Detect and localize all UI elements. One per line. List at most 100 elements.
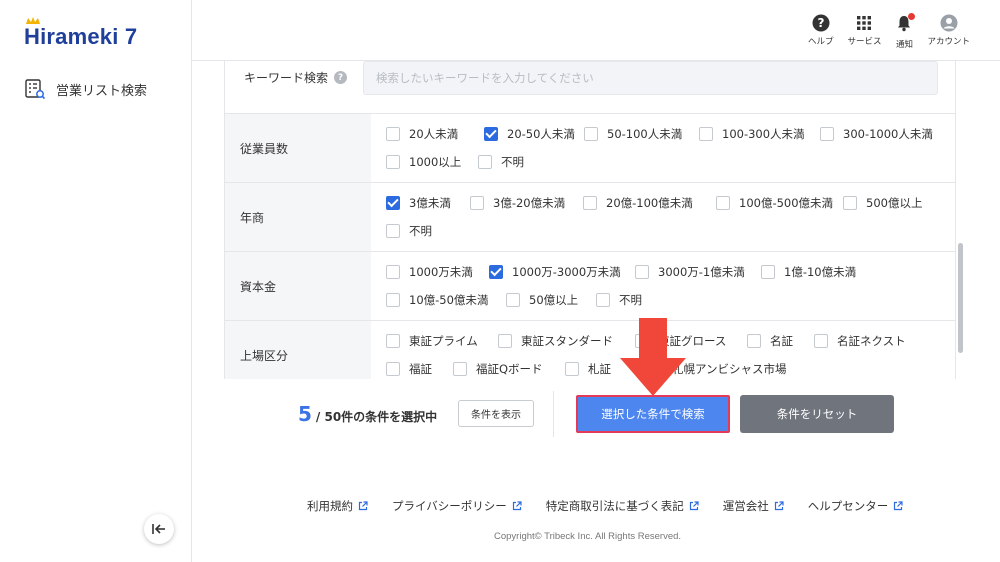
- checkbox-icon[interactable]: [761, 265, 775, 279]
- sidebar-item-sales-list-search[interactable]: 営業リスト検索: [24, 78, 147, 100]
- filter-option[interactable]: 20-50人未満: [484, 126, 575, 142]
- filter-option[interactable]: 100億-500億未満: [716, 195, 833, 211]
- collapse-sidebar-button[interactable]: [144, 514, 174, 544]
- footer-link[interactable]: プライバシーポリシー: [392, 498, 522, 514]
- filter-option[interactable]: 1000万未満: [386, 264, 473, 280]
- filter-option[interactable]: 100-300人未満: [699, 126, 805, 142]
- filter-option-label: 3億-20億未満: [493, 196, 566, 210]
- checkbox-icon[interactable]: [716, 196, 730, 210]
- filter-option[interactable]: 名証ネクスト: [814, 333, 906, 349]
- filter-option-label: 札証: [588, 362, 611, 376]
- filter-option[interactable]: 札証: [565, 361, 611, 377]
- filter-option[interactable]: 20人未満: [386, 126, 458, 142]
- checkbox-icon[interactable]: [386, 265, 400, 279]
- filter-option-label: 1000以上: [409, 155, 462, 169]
- sidebar-item-label: 営業リスト検索: [56, 83, 148, 99]
- checkbox-icon[interactable]: [584, 127, 598, 141]
- account-label: アカウント: [927, 37, 970, 47]
- footer-links: 利用規約 プライバシーポリシー 特定商取引法に基づく表記 運営会社 ヘルプセンター: [307, 498, 903, 514]
- filter-row: 年商 3億未満 3億-20億未満 20億-100億未満 100億-500億未満 500億以…: [225, 182, 955, 251]
- filter-option-label: 500億以上: [866, 196, 923, 210]
- footer-link-label: 利用規約: [307, 499, 353, 513]
- checkbox-icon[interactable]: [386, 155, 400, 169]
- logo[interactable]: Hirameki 7: [24, 17, 138, 50]
- checkbox-checked-icon[interactable]: [484, 127, 498, 141]
- filter-option-label: 不明: [409, 224, 432, 238]
- keyword-row: キーワード検索 ?: [225, 61, 955, 113]
- filter-option[interactable]: 300-1000人未満: [820, 126, 933, 142]
- filter-row: 上場区分 東証プライム 東証スタンダード 東証グロース 名証 名証ネクスト 福証 福証Qボード…: [225, 320, 955, 379]
- divider: [553, 391, 554, 437]
- filter-option[interactable]: 1億-10億未満: [761, 264, 856, 280]
- filter-option-label: 300-1000人未満: [843, 127, 933, 141]
- checkbox-icon[interactable]: [583, 196, 597, 210]
- footer-link[interactable]: 利用規約: [307, 498, 368, 514]
- checkbox-icon[interactable]: [596, 293, 610, 307]
- keyword-input[interactable]: [363, 61, 938, 95]
- filter-option[interactable]: 福証: [386, 361, 432, 377]
- footer-link[interactable]: ヘルプセンター: [808, 498, 904, 514]
- filter-option[interactable]: 1000万-3000万未満: [489, 264, 621, 280]
- filter-option[interactable]: 東証スタンダード: [498, 333, 613, 349]
- reset-button[interactable]: 条件をリセット: [740, 395, 894, 433]
- filter-option[interactable]: 10億-50億未満: [386, 292, 488, 308]
- checkbox-icon[interactable]: [453, 362, 467, 376]
- filter-option[interactable]: 50億以上: [506, 292, 578, 308]
- checkbox-icon[interactable]: [699, 127, 713, 141]
- filter-option[interactable]: 500億以上: [843, 195, 922, 211]
- checkbox-icon[interactable]: [386, 293, 400, 307]
- footer-link[interactable]: 運営会社: [723, 498, 784, 514]
- checkbox-icon[interactable]: [386, 224, 400, 238]
- checkbox-icon[interactable]: [635, 265, 649, 279]
- checkbox-icon[interactable]: [470, 196, 484, 210]
- filter-option-label: 名証: [770, 334, 793, 348]
- footer-link[interactable]: 特定商取引法に基づく表記: [546, 498, 699, 514]
- external-link-icon: [894, 501, 903, 511]
- filter-option[interactable]: 3億未満: [386, 195, 451, 211]
- external-link-icon: [689, 501, 699, 511]
- svg-text:?: ?: [817, 16, 824, 30]
- checkbox-icon[interactable]: [814, 334, 828, 348]
- checkbox-icon[interactable]: [506, 293, 520, 307]
- filter-option-label: 1000万-3000万未満: [512, 265, 621, 279]
- filter-option[interactable]: 3億-20億未満: [470, 195, 565, 211]
- filter-option-label: 50-100人未満: [607, 127, 683, 141]
- checkbox-icon[interactable]: [386, 334, 400, 348]
- down-arrow-annotation-icon: [620, 318, 686, 396]
- crown-icon: [26, 17, 40, 24]
- filter-option[interactable]: 50-100人未満: [584, 126, 682, 142]
- checkbox-icon[interactable]: [386, 127, 400, 141]
- help-button[interactable]: ? ヘルプ: [808, 14, 833, 50]
- notifications-button[interactable]: 通知: [895, 13, 916, 50]
- filter-option[interactable]: 福証Qボード: [453, 361, 543, 377]
- filter-option[interactable]: 3000万-1億未満: [635, 264, 745, 280]
- checkbox-checked-icon[interactable]: [386, 196, 400, 210]
- grid-icon: [857, 16, 872, 30]
- scrollbar[interactable]: [958, 243, 963, 353]
- logo-text: Hirameki 7: [24, 24, 138, 49]
- question-icon[interactable]: ?: [334, 71, 348, 84]
- search-button[interactable]: 選択した条件で検索: [576, 395, 730, 433]
- checkbox-icon[interactable]: [747, 334, 761, 348]
- filter-option[interactable]: 20億-100億未満: [583, 195, 693, 211]
- show-conditions-button[interactable]: 条件を表示: [458, 400, 534, 427]
- filter-option[interactable]: 東証プライム: [386, 333, 478, 349]
- account-button[interactable]: アカウント: [927, 14, 970, 50]
- filter-label: 上場区分: [225, 321, 371, 379]
- checkbox-icon[interactable]: [498, 334, 512, 348]
- checkbox-checked-icon[interactable]: [489, 265, 503, 279]
- account-icon: [940, 14, 958, 32]
- checkbox-icon[interactable]: [386, 362, 400, 376]
- filter-option[interactable]: 名証: [747, 333, 793, 349]
- checkbox-icon[interactable]: [843, 196, 857, 210]
- external-link-icon: [512, 501, 522, 511]
- checkbox-icon[interactable]: [565, 362, 579, 376]
- checkbox-icon[interactable]: [820, 127, 834, 141]
- filter-option[interactable]: 不明: [478, 154, 524, 170]
- filter-option[interactable]: 1000以上: [386, 154, 461, 170]
- external-link-icon: [774, 501, 784, 511]
- checkbox-icon[interactable]: [478, 155, 492, 169]
- services-button[interactable]: サービス: [847, 14, 881, 50]
- filter-option[interactable]: 不明: [596, 292, 642, 308]
- filter-option[interactable]: 不明: [386, 223, 432, 239]
